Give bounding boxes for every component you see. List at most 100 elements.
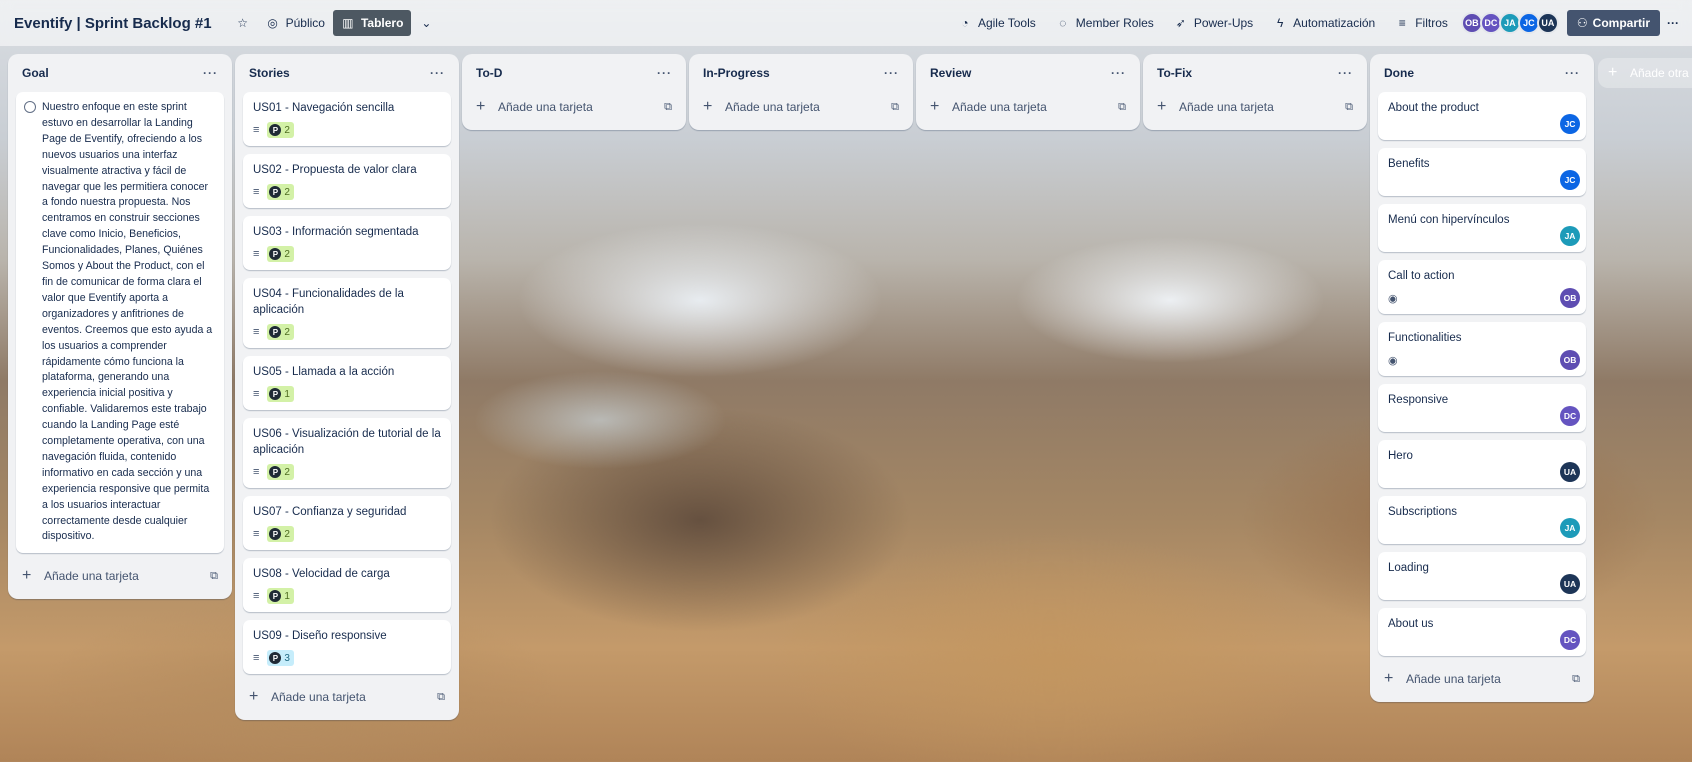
description-icon: ≡ xyxy=(253,388,260,400)
more-icon[interactable]: ··· xyxy=(203,66,218,80)
story-card[interactable]: US09 - Diseño responsive ≡ P3 xyxy=(243,620,451,674)
story-card[interactable]: US04 - Funcionalidades de la aplicación … xyxy=(243,278,451,348)
avatar[interactable]: JA xyxy=(1560,518,1580,538)
plus-icon: + xyxy=(476,98,486,115)
list-header: In-Progress ··· xyxy=(697,54,905,92)
list-header: To-Fix ··· xyxy=(1151,54,1359,92)
board-members: OB DC JA JC UA xyxy=(1460,12,1559,34)
list-done: Done ··· About the product JC Benefits J… xyxy=(1370,54,1594,702)
add-card-label: Añade una tarjeta xyxy=(952,100,1047,114)
member-roles-button[interactable]: ◌ Member Roles xyxy=(1048,10,1162,36)
story-card[interactable]: US03 - Información segmentada ≡ P2 xyxy=(243,216,451,270)
done-card[interactable]: Benefits JC xyxy=(1378,148,1586,196)
agile-tools-button[interactable]: ◔ Agile Tools xyxy=(950,10,1044,36)
goal-card[interactable]: Nuestro enfoque en este sprint estuvo en… xyxy=(16,92,224,554)
done-card[interactable]: About the product JC xyxy=(1378,92,1586,140)
story-card[interactable]: US06 - Visualización de tutorial de la a… xyxy=(243,418,451,488)
more-icon[interactable]: ··· xyxy=(1338,66,1353,80)
list-title[interactable]: Done xyxy=(1384,66,1565,80)
add-card-button[interactable]: + Añade una tarjeta ⧉ xyxy=(1151,92,1359,122)
story-card[interactable]: US05 - Llamada a la acción ≡ P1 xyxy=(243,356,451,410)
more-icon[interactable]: ··· xyxy=(1565,66,1580,80)
power-ups-button[interactable]: ➶ Power-Ups xyxy=(1166,10,1261,36)
board-header: Eventify | Sprint Backlog #1 ☆ ◎ Público… xyxy=(0,0,1692,46)
done-card[interactable]: Menú con hipervínculos JA xyxy=(1378,204,1586,252)
header-actions: ◔ Agile Tools ◌ Member Roles ➶ Power-Ups… xyxy=(950,10,1682,36)
add-card-label: Añade una tarjeta xyxy=(725,100,820,114)
share-button[interactable]: ⚇ Compartir xyxy=(1566,10,1660,36)
filters-button[interactable]: ≡ Filtros xyxy=(1387,10,1456,36)
add-list-label: Añade otra li xyxy=(1630,66,1692,80)
story-points-badge: P1 xyxy=(267,386,294,402)
story-points: 1 xyxy=(284,590,290,602)
list-title[interactable]: In-Progress xyxy=(703,66,884,80)
add-member-icon: ⚇ xyxy=(1576,16,1588,30)
add-card-button[interactable]: + Añade una tarjeta ⧉ xyxy=(470,92,678,122)
add-card-button[interactable]: + Añade una tarjeta ⧉ xyxy=(697,92,905,122)
template-icon[interactable]: ⧉ xyxy=(891,101,899,114)
avatar[interactable]: DC xyxy=(1560,630,1580,650)
more-icon[interactable]: ··· xyxy=(884,66,899,80)
card-badges: ≡ P1 xyxy=(253,386,441,402)
card-title: US06 - Visualización de tutorial de la a… xyxy=(253,428,441,456)
view-button[interactable]: ▥ Tablero xyxy=(332,10,412,36)
avatar[interactable]: JC xyxy=(1560,170,1580,190)
view-switcher-button[interactable]: ⌄ xyxy=(411,10,441,36)
done-card[interactable]: Subscriptions JA xyxy=(1378,496,1586,544)
list-title[interactable]: Goal xyxy=(22,66,203,80)
add-card-button[interactable]: + Añade una tarjeta ⧉ xyxy=(924,92,1132,122)
story-card[interactable]: US07 - Confianza y seguridad ≡ P2 xyxy=(243,496,451,550)
story-points: 2 xyxy=(284,248,290,260)
list-title[interactable]: To-D xyxy=(476,66,657,80)
done-card[interactable]: About us DC xyxy=(1378,608,1586,656)
story-points: 1 xyxy=(284,388,290,400)
story-points: 2 xyxy=(284,326,290,338)
avatar[interactable]: DC xyxy=(1560,406,1580,426)
board-title[interactable]: Eventify | Sprint Backlog #1 xyxy=(14,15,212,32)
plus-icon: + xyxy=(249,688,259,705)
rocket-icon: ➶ xyxy=(1175,16,1186,30)
template-icon[interactable]: ⧉ xyxy=(1345,101,1353,114)
visibility-button[interactable]: ◎ Público xyxy=(258,10,333,36)
story-card[interactable]: US01 - Navegación sencilla ≡ P2 xyxy=(243,92,451,146)
template-icon[interactable]: ⧉ xyxy=(1572,673,1580,686)
done-card[interactable]: Responsive DC xyxy=(1378,384,1586,432)
template-icon[interactable]: ⧉ xyxy=(437,691,445,704)
list-header: Stories ··· xyxy=(243,54,451,92)
more-icon[interactable]: ··· xyxy=(1111,66,1126,80)
story-card[interactable]: US08 - Velocidad de carga ≡ P1 xyxy=(243,558,451,612)
done-card[interactable]: Loading UA xyxy=(1378,552,1586,600)
avatar[interactable]: OB xyxy=(1560,350,1580,370)
done-card[interactable]: Functionalities ◉ OB xyxy=(1378,322,1586,376)
list-title[interactable]: Stories xyxy=(249,66,430,80)
card-badges: ◉ xyxy=(1388,290,1576,306)
avatar[interactable]: JC xyxy=(1560,114,1580,134)
complete-checkbox[interactable] xyxy=(24,101,36,113)
star-button[interactable]: ☆ xyxy=(228,10,258,36)
description-icon: ≡ xyxy=(253,652,260,664)
avatar[interactable]: UA xyxy=(1536,12,1559,34)
add-card-button[interactable]: + Añade una tarjeta ⧉ xyxy=(16,561,224,591)
template-icon[interactable]: ⧉ xyxy=(210,570,218,583)
story-card[interactable]: US02 - Propuesta de valor clara ≡ P2 xyxy=(243,154,451,208)
template-icon[interactable]: ⧉ xyxy=(664,101,672,114)
more-icon[interactable]: ··· xyxy=(430,66,445,80)
more-icon[interactable]: ··· xyxy=(657,66,672,80)
add-card-button[interactable]: + Añade una tarjeta ⧉ xyxy=(243,682,451,712)
more-icon[interactable]: ··· xyxy=(1664,16,1682,30)
list-title[interactable]: To-Fix xyxy=(1157,66,1338,80)
done-card[interactable]: Call to action ◉ OB xyxy=(1378,260,1586,314)
story-points: 2 xyxy=(284,528,290,540)
avatar[interactable]: OB xyxy=(1560,288,1580,308)
list-title[interactable]: Review xyxy=(930,66,1111,80)
description-icon: ≡ xyxy=(253,326,260,338)
automation-button[interactable]: ϟ Automatización xyxy=(1265,10,1383,36)
visibility-label: Público xyxy=(285,16,325,30)
avatar[interactable]: UA xyxy=(1560,574,1580,594)
avatar[interactable]: JA xyxy=(1560,226,1580,246)
add-card-button[interactable]: + Añade una tarjeta ⧉ xyxy=(1378,664,1586,694)
template-icon[interactable]: ⧉ xyxy=(1118,101,1126,114)
add-list-button[interactable]: + Añade otra li xyxy=(1598,58,1692,88)
done-card[interactable]: Hero UA xyxy=(1378,440,1586,488)
avatar[interactable]: UA xyxy=(1560,462,1580,482)
